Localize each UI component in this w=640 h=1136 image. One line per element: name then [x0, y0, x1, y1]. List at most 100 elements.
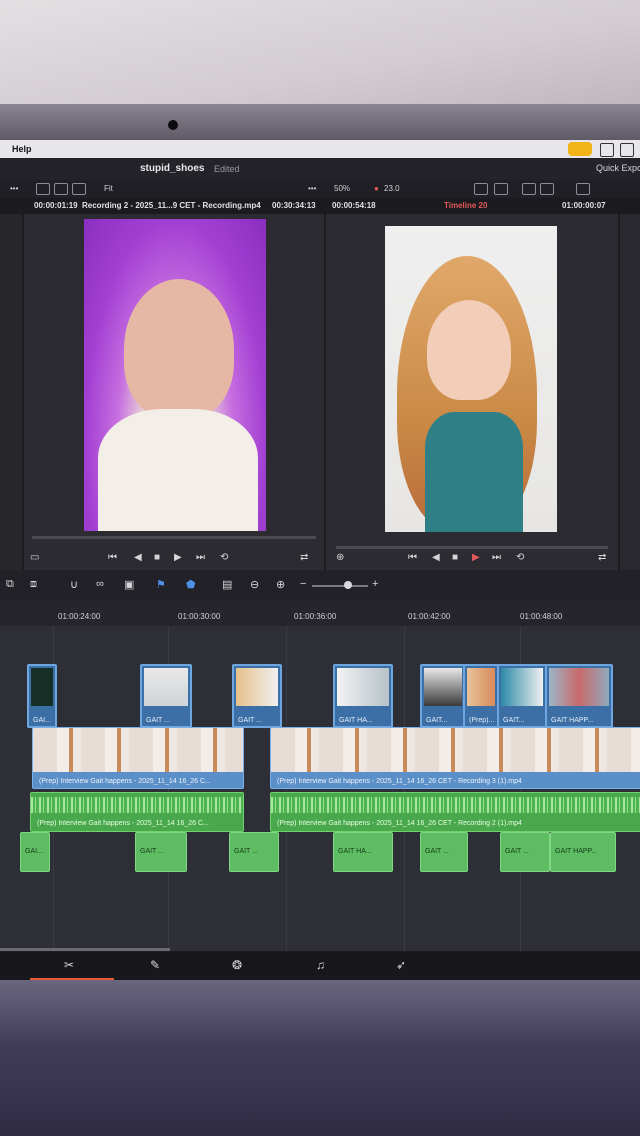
video-clip[interactable]: GAI... — [27, 664, 57, 728]
prev-edit-icon[interactable]: ⏮ — [408, 552, 417, 563]
deliver-rocket-icon[interactable]: ➶ — [396, 958, 406, 972]
fit-dropdown[interactable]: Fit — [104, 184, 113, 193]
recording-indicator-icon[interactable] — [568, 142, 592, 156]
edited-status: Edited — [214, 164, 240, 174]
sfx-clip[interactable]: GAIT HA... — [333, 832, 393, 872]
jacket-image — [98, 409, 258, 531]
monitor-icon[interactable] — [576, 183, 590, 195]
source-duration: 00:30:34:13 — [272, 201, 316, 210]
dual-viewer-icon[interactable] — [54, 183, 68, 195]
audio-clip[interactable]: (Prep) Interview Gait happens - 2025_11_… — [30, 792, 244, 832]
face-image — [427, 300, 511, 400]
source-video-frame — [84, 219, 266, 531]
marker-icon[interactable]: ⬟ — [186, 578, 196, 591]
project-title: stupid_shoes — [140, 163, 205, 174]
edit-page-icon[interactable]: ✎ — [150, 958, 160, 972]
next-edit-icon[interactable]: ⏭ — [492, 552, 501, 563]
play-icon[interactable]: ▶ — [174, 552, 182, 563]
audio-clip[interactable]: (Prep) Interview Gait happens - 2025_11_… — [270, 792, 640, 832]
sfx-clip[interactable]: GAIT ... — [229, 832, 279, 872]
source-scrubber[interactable] — [32, 536, 316, 539]
timeline-scrollbar[interactable] — [0, 948, 170, 951]
snap-magnet-icon[interactable]: ∪ — [70, 578, 78, 591]
video-clip[interactable]: GAIT... — [420, 664, 466, 728]
loop-icon[interactable]: ⟲ — [220, 552, 228, 563]
desk-surface — [0, 980, 640, 1136]
camera-icon[interactable] — [600, 143, 614, 157]
person-image — [124, 279, 234, 419]
plus-icon[interactable]: + — [372, 578, 378, 590]
webcam — [168, 120, 178, 130]
source-timecode: 00:00:01:19 — [34, 201, 78, 210]
video-clip[interactable]: (Prep)... — [463, 664, 499, 728]
next-clip-icon[interactable]: ⏭ — [196, 552, 205, 563]
clip-icon[interactable] — [494, 183, 508, 195]
grid-icon[interactable] — [522, 183, 536, 195]
play-icon-2[interactable]: ▶ — [472, 552, 480, 563]
fps-dot-icon: ● — [374, 184, 379, 193]
source-clip-name[interactable]: Recording 2 - 2025_11...9 CET - Recordin… — [82, 201, 261, 210]
fps-value[interactable]: 23.0 — [384, 184, 400, 193]
sfx-clip[interactable]: GAIT ... — [500, 832, 550, 872]
title-bar: stupid_shoes Edited Quick Export — [0, 158, 640, 180]
video-clip[interactable]: GAIT ... — [232, 664, 282, 728]
prev-clip-icon[interactable]: ⏮ — [108, 552, 117, 563]
interview-clip[interactable]: (Prep) Interview Gait happens - 2025_11_… — [270, 727, 640, 789]
macos-menubar: Help — [0, 140, 640, 158]
sfx-clip[interactable]: GAIT ... — [420, 832, 468, 872]
zoom-dropdown[interactable]: 50% — [334, 184, 350, 193]
video-clip[interactable]: GAIT ... — [140, 664, 192, 728]
source-transport: ▭ ⏮ ◀ ■ ▶ ⏭ ⟲ ⇄ — [30, 550, 320, 570]
timeline-name-dropdown[interactable]: Timeline 20 — [444, 201, 487, 210]
timeline-ruler[interactable]: 01:00:24:00 01:00:30:00 01:00:36:00 01:0… — [0, 600, 640, 626]
overwrite-icon[interactable]: ⧈ — [30, 578, 37, 591]
viewer-toolbar: ••• Fit ••• 50% ● 23.0 — [0, 180, 640, 198]
reverse-icon-2[interactable]: ◀ — [432, 552, 440, 563]
video-clip[interactable]: GAIT... — [497, 664, 547, 728]
program-timecode: 01:00:00:07 — [562, 201, 606, 210]
video-clip[interactable]: GAIT HA... — [333, 664, 393, 728]
cut-page-icon[interactable]: ✂ — [64, 958, 74, 972]
link-icon[interactable]: ∞ — [96, 578, 104, 590]
zoom-slider[interactable] — [312, 585, 368, 587]
monitor-bezel — [0, 104, 640, 144]
flag-icon[interactable]: ⚑ — [156, 578, 166, 591]
ruler-tick: 01:00:42:00 — [408, 612, 451, 621]
stop-icon[interactable]: ■ — [154, 552, 160, 563]
background-wall — [0, 0, 640, 112]
video-clip[interactable]: GAIT HAPP... — [545, 664, 613, 728]
zoom-out-icon[interactable]: ⊖ — [250, 578, 259, 591]
viewer-options-icon[interactable]: ▭ — [30, 552, 39, 563]
quick-export-button[interactable]: Quick Export — [596, 163, 640, 173]
fullscreen-icon[interactable]: ⇄ — [598, 552, 606, 563]
insert-icon[interactable]: ⧉ — [6, 578, 14, 591]
control-center-icon[interactable] — [620, 143, 634, 157]
more-icon[interactable]: ••• — [10, 184, 18, 193]
settings-icon[interactable] — [540, 183, 554, 195]
timeline-view-icon[interactable]: ▤ — [222, 578, 232, 591]
fusion-page-icon[interactable]: ❂ — [232, 958, 242, 972]
reverse-icon[interactable]: ◀ — [134, 552, 142, 563]
program-scrubber[interactable] — [336, 546, 608, 549]
minus-icon[interactable]: − — [300, 578, 306, 590]
interview-clip[interactable]: (Prep) Interview Gait happens - 2025_11_… — [32, 727, 244, 789]
layout-icon[interactable] — [474, 183, 488, 195]
match-frame-icon[interactable]: ⇄ — [300, 552, 308, 563]
target-icon[interactable]: ⊕ — [336, 552, 344, 563]
sfx-clip[interactable]: GAIT HAPP... — [550, 832, 616, 872]
help-menu[interactable]: Help — [12, 144, 32, 154]
zoom-custom-icon[interactable]: ⊕ — [276, 578, 285, 591]
cinema-viewer-icon[interactable] — [72, 183, 86, 195]
more-icon-2[interactable]: ••• — [308, 184, 316, 193]
fairlight-music-icon[interactable]: ♫ — [316, 958, 325, 972]
stop-icon-2[interactable]: ■ — [452, 552, 458, 563]
loop-icon-2[interactable]: ⟲ — [516, 552, 524, 563]
lock-icon[interactable]: ▣ — [124, 578, 134, 591]
sfx-clip[interactable]: GAIT ... — [135, 832, 187, 872]
program-duration: 00:00:54:18 — [332, 201, 376, 210]
zoom-slider-knob[interactable] — [344, 581, 352, 589]
sfx-clip[interactable]: GAI... — [20, 832, 50, 872]
ruler-tick: 01:00:36:00 — [294, 612, 337, 621]
page-navigation-bar: ✂ ✎ ❂ ♫ ➶ — [0, 952, 640, 980]
single-viewer-icon[interactable] — [36, 183, 50, 195]
